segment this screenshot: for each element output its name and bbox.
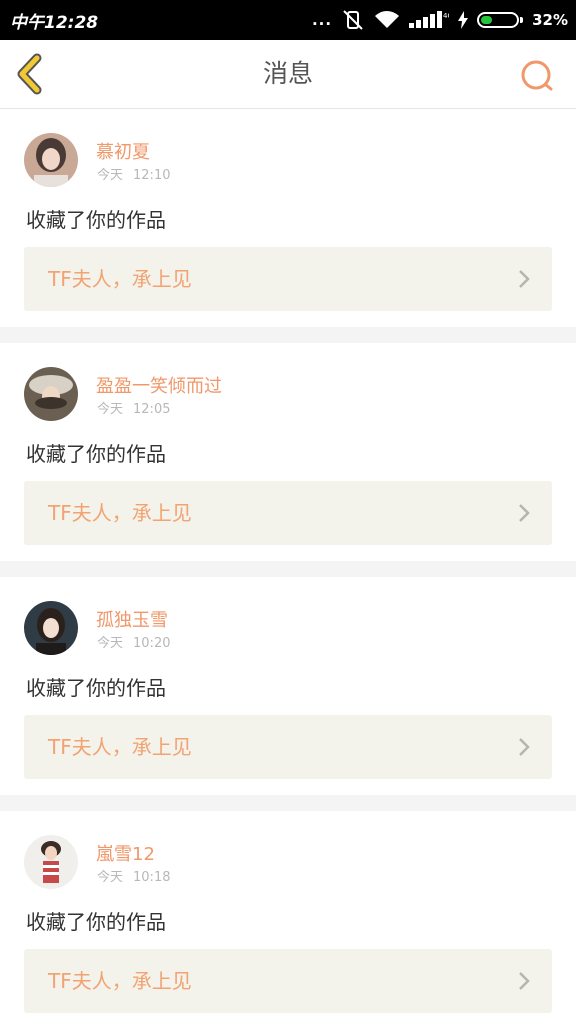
action-text: 收藏了你的作品 <box>26 910 166 934</box>
avatar[interactable] <box>24 133 78 187</box>
signal-icon: 4G <box>409 11 449 28</box>
username[interactable]: 孤独玉雪 <box>96 606 168 632</box>
work-title: TF夫人，承上见 <box>48 969 192 993</box>
app-header: 消息 <box>0 40 576 109</box>
work-link[interactable]: TF夫人，承上见 <box>24 247 552 311</box>
page-title: 消息 <box>262 59 313 88</box>
divider <box>0 561 576 577</box>
avatar[interactable] <box>24 601 78 655</box>
svg-text:4G: 4G <box>443 12 449 20</box>
charging-icon <box>458 11 469 29</box>
timestamp: 今天 12:05 <box>97 398 180 417</box>
action-text: 收藏了你的作品 <box>26 676 166 700</box>
status-icons: ... 4G 32% <box>312 0 568 40</box>
divider <box>0 795 576 811</box>
chevron-right-icon <box>519 972 530 990</box>
battery-icon <box>477 12 524 28</box>
battery-percent: 32% <box>532 11 568 29</box>
wifi-icon <box>375 11 400 28</box>
timestamp: 今天 10:18 <box>97 866 180 885</box>
status-time: 中午12:28 <box>10 13 99 33</box>
work-title: TF夫人，承上见 <box>48 267 192 291</box>
chevron-right-icon <box>519 270 530 288</box>
status-bar: 中午12:28 ... 4G 32% <box>0 0 576 40</box>
timestamp-time: 10:20 <box>133 636 171 651</box>
action-text: 收藏了你的作品 <box>26 442 166 466</box>
timestamp: 今天 10:20 <box>97 632 180 651</box>
timestamp-time: 10:18 <box>133 870 171 885</box>
timestamp-day: 今天 <box>97 870 124 885</box>
notification-item: 孤独玉雪 今天 10:20 收藏了你的作品 TF夫人，承上见 <box>0 577 576 795</box>
avatar[interactable] <box>24 367 78 421</box>
username[interactable]: 盈盈一笑倾而过 <box>96 372 222 398</box>
notification-item: 嵐雪12 今天 10:18 收藏了你的作品 TF夫人，承上见 <box>0 811 576 1029</box>
search-button[interactable] <box>518 56 558 96</box>
timestamp-day: 今天 <box>97 636 124 651</box>
action-text: 收藏了你的作品 <box>26 208 166 232</box>
notification-item: 盈盈一笑倾而过 今天 12:05 收藏了你的作品 TF夫人，承上见 <box>0 343 576 561</box>
notification-list: 慕初夏 今天 12:10 收藏了你的作品 TF夫人，承上见 盈盈一笑倾而过 今天 1… <box>0 109 576 1029</box>
chevron-right-icon <box>519 738 530 756</box>
work-link[interactable]: TF夫人，承上见 <box>24 481 552 545</box>
username[interactable]: 嵐雪12 <box>96 840 155 866</box>
work-title: TF夫人，承上见 <box>48 501 192 525</box>
divider <box>0 327 576 343</box>
avatar[interactable] <box>24 835 78 889</box>
username[interactable]: 慕初夏 <box>96 138 150 164</box>
timestamp: 今天 12:10 <box>97 164 180 183</box>
more-notifications-icon: ... <box>311 11 333 29</box>
battery-fill <box>481 16 492 24</box>
work-link[interactable]: TF夫人，承上见 <box>24 715 552 779</box>
timestamp-day: 今天 <box>97 168 124 183</box>
vibrate-mute-icon <box>343 10 363 30</box>
timestamp-time: 12:10 <box>133 168 171 183</box>
search-icon <box>521 60 553 91</box>
timestamp-day: 今天 <box>97 402 124 417</box>
work-title: TF夫人，承上见 <box>48 735 192 759</box>
notification-item: 慕初夏 今天 12:10 收藏了你的作品 TF夫人，承上见 <box>0 109 576 327</box>
work-link[interactable]: TF夫人，承上见 <box>24 949 552 1013</box>
timestamp-time: 12:05 <box>133 402 171 417</box>
chevron-right-icon <box>519 504 530 522</box>
